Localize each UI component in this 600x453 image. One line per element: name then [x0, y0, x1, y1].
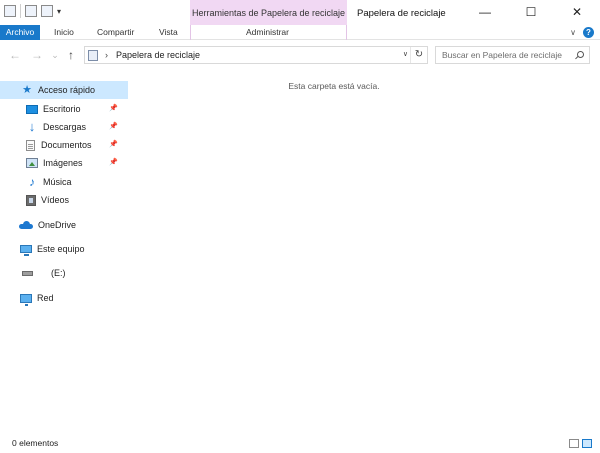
tab-compartir[interactable]: Compartir — [97, 25, 134, 40]
video-icon — [26, 194, 36, 206]
sidebar-item-descargas[interactable]: ↓ Descargas 📌 — [0, 118, 128, 136]
breadcrumb[interactable]: Papelera de reciclaje — [116, 47, 200, 63]
sidebar-item-label: Documentos — [41, 140, 92, 150]
sidebar-item-label: OneDrive — [38, 220, 77, 230]
refresh-button[interactable]: ↻ — [410, 47, 427, 63]
file-list-area[interactable]: Esta carpeta está vacía. — [128, 69, 600, 429]
search-input[interactable]: Buscar en Papelera de reciclaje — [435, 46, 590, 64]
title-bar: ▾ Herramientas de Papelera de reciclaje … — [0, 0, 600, 25]
navigation-bar: ← → ⌄ ↑ › Papelera de reciclaje ∨ ↻ Busc… — [0, 41, 600, 69]
close-button[interactable]: ✕ — [554, 0, 600, 25]
recycle-bin-app-icon[interactable] — [4, 5, 16, 17]
tab-administrar[interactable]: Administrar — [246, 25, 289, 40]
pin-icon: 📌 — [109, 141, 118, 148]
empty-folder-message: Esta carpeta está vacía. — [288, 81, 380, 91]
sidebar-item-este-equipo[interactable]: Este equipo — [0, 240, 128, 258]
breadcrumb-separator-icon[interactable]: › — [105, 47, 108, 63]
sidebar-item-musica[interactable]: ♪ Música — [0, 173, 128, 191]
search-placeholder: Buscar en Papelera de reciclaje — [442, 50, 563, 60]
tab-inicio[interactable]: Inicio — [54, 25, 74, 40]
large-icons-view-icon[interactable] — [582, 439, 592, 448]
download-icon: ↓ — [28, 118, 36, 134]
recent-locations-chevron-icon[interactable]: ⌄ — [48, 47, 62, 63]
back-button[interactable]: ← — [8, 47, 22, 63]
network-icon — [20, 293, 32, 306]
pin-icon: 📌 — [109, 123, 118, 130]
computer-icon — [20, 245, 32, 256]
sidebar-item-label: Vídeos — [41, 195, 70, 205]
up-button[interactable]: ↑ — [64, 47, 78, 63]
tab-vista[interactable]: Vista — [159, 25, 178, 40]
forward-button[interactable]: → — [30, 47, 44, 63]
drive-icon — [22, 270, 33, 276]
desktop-icon — [26, 104, 38, 114]
sidebar-item-videos[interactable]: Vídeos — [0, 191, 128, 209]
sidebar-item-label: (E:) — [51, 268, 66, 278]
contextual-tab-header: Herramientas de Papelera de reciclaje — [190, 0, 347, 25]
status-bar: 0 elementos — [0, 436, 600, 453]
sidebar-item-escritorio[interactable]: Escritorio 📌 — [0, 100, 128, 118]
window-title: Papelera de reciclaje — [357, 8, 446, 19]
address-dropdown-chevron-icon[interactable]: ∨ — [403, 47, 408, 63]
cloud-icon — [19, 221, 33, 229]
navigation-pane: ★ Acceso rápido Escritorio 📌 ↓ Descargas… — [0, 76, 128, 426]
sidebar-item-drive-e[interactable]: (E:) — [0, 264, 128, 282]
quick-access-toolbar: ▾ — [4, 4, 61, 18]
sidebar-item-imagenes[interactable]: Imágenes 📌 — [0, 154, 128, 172]
address-bar[interactable]: › Papelera de reciclaje ∨ ↻ — [84, 46, 428, 64]
help-icon[interactable]: ? — [583, 27, 594, 38]
sidebar-item-red[interactable]: Red — [0, 289, 128, 307]
item-count: 0 elementos — [12, 438, 59, 448]
tab-archivo[interactable]: Archivo — [0, 25, 40, 40]
sidebar-item-documentos[interactable]: Documentos 📌 — [0, 136, 128, 154]
images-icon — [26, 158, 38, 168]
minimize-button[interactable]: — — [462, 0, 508, 25]
new-folder-icon[interactable] — [41, 5, 53, 17]
star-icon: ★ — [22, 83, 32, 96]
pin-icon: 📌 — [109, 159, 118, 166]
sidebar-item-label: Este equipo — [37, 244, 85, 254]
properties-icon[interactable] — [25, 5, 37, 17]
recycle-bin-icon — [88, 50, 98, 61]
sidebar-item-label: Escritorio — [43, 104, 81, 114]
sidebar-item-label: Música — [43, 177, 72, 187]
maximize-button[interactable]: ☐ — [508, 0, 554, 25]
pin-icon: 📌 — [109, 105, 118, 112]
sidebar-item-label: Imágenes — [43, 158, 83, 168]
document-icon — [26, 139, 35, 151]
search-icon — [577, 51, 584, 58]
details-view-icon[interactable] — [569, 439, 579, 448]
customize-toolbar-chevron-icon[interactable]: ▾ — [57, 7, 61, 16]
sidebar-item-label: Acceso rápido — [38, 85, 96, 95]
expand-ribbon-chevron-icon[interactable]: ∨ — [570, 25, 576, 40]
sidebar-item-label: Descargas — [43, 122, 87, 132]
toolbar-divider — [20, 4, 21, 18]
window-controls: — ☐ ✕ — [462, 0, 600, 25]
view-switcher — [569, 439, 592, 448]
ribbon-tabs: Archivo Inicio Compartir Vista Administr… — [0, 25, 600, 40]
sidebar-item-onedrive[interactable]: OneDrive — [0, 216, 128, 234]
sidebar-item-label: Red — [37, 293, 54, 303]
sidebar-item-acceso-rapido[interactable]: ★ Acceso rápido — [0, 81, 128, 99]
music-icon: ♪ — [29, 174, 35, 189]
